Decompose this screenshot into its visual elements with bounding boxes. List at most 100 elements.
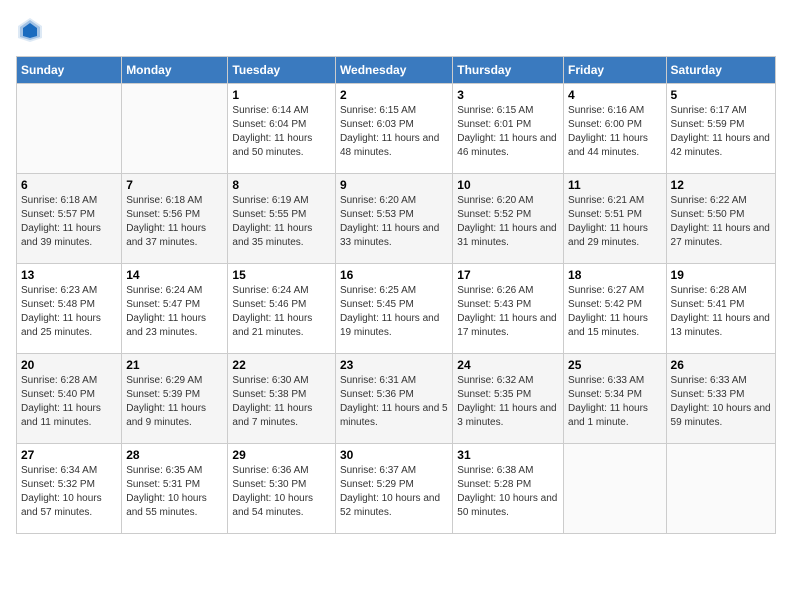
day-cell: 6 Sunrise: 6:18 AM Sunset: 5:57 PM Daylig… (17, 174, 122, 264)
day-cell (17, 84, 122, 174)
header-row: SundayMondayTuesdayWednesdayThursdayFrid… (17, 57, 776, 84)
day-number: 29 (232, 448, 331, 462)
column-header-saturday: Saturday (666, 57, 775, 84)
day-info: Sunrise: 6:32 AM Sunset: 5:35 PM Dayligh… (457, 374, 559, 430)
day-number: 1 (232, 88, 331, 102)
day-number: 21 (126, 358, 223, 372)
day-number: 7 (126, 178, 223, 192)
day-cell: 19Sunrise: 6:28 AM Sunset: 5:41 PM Dayli… (666, 264, 775, 354)
week-row-5: 27 Sunrise: 6:34 AM Sunset: 5:32 PM Dayli… (17, 444, 776, 534)
day-number: 4 (568, 88, 662, 102)
day-info: Sunrise: 6:30 AM Sunset: 5:38 PM Dayligh… (232, 374, 331, 430)
day-number: 6 (21, 178, 117, 192)
column-header-sunday: Sunday (17, 57, 122, 84)
day-cell: 14Sunrise: 6:24 AM Sunset: 5:47 PM Dayli… (122, 264, 228, 354)
day-number: 17 (457, 268, 559, 282)
day-cell: 20 Sunrise: 6:28 AM Sunset: 5:40 PM Dayli… (17, 354, 122, 444)
day-info: Sunrise: 6:28 AM Sunset: 5:40 PM Dayligh… (21, 374, 117, 430)
day-cell (564, 444, 667, 534)
day-info: Sunrise: 6:19 AM Sunset: 5:55 PM Dayligh… (232, 194, 331, 250)
day-info: Sunrise: 6:33 AM Sunset: 5:33 PM Dayligh… (671, 374, 771, 430)
day-number: 13 (21, 268, 117, 282)
column-header-wednesday: Wednesday (335, 57, 452, 84)
day-number: 18 (568, 268, 662, 282)
day-cell: 12 Sunrise: 6:22 AM Sunset: 5:50 PM Dayli… (666, 174, 775, 264)
day-number: 26 (671, 358, 771, 372)
day-cell (122, 84, 228, 174)
day-cell: 24 Sunrise: 6:32 AM Sunset: 5:35 PM Dayli… (453, 354, 564, 444)
day-info: Sunrise: 6:18 AM Sunset: 5:56 PM Dayligh… (126, 194, 223, 250)
day-info: Sunrise: 6:35 AM Sunset: 5:31 PM Dayligh… (126, 464, 223, 520)
day-info: Sunrise: 6:36 AM Sunset: 5:30 PM Dayligh… (232, 464, 331, 520)
day-number: 8 (232, 178, 331, 192)
day-number: 2 (340, 88, 448, 102)
day-info: Sunrise: 6:14 AM Sunset: 6:04 PM Dayligh… (232, 104, 331, 160)
day-cell: 8 Sunrise: 6:19 AM Sunset: 5:55 PM Daylig… (228, 174, 336, 264)
day-cell: 28 Sunrise: 6:35 AM Sunset: 5:31 PM Dayli… (122, 444, 228, 534)
day-cell: 25Sunrise: 6:33 AM Sunset: 5:34 PM Dayli… (564, 354, 667, 444)
day-info: Sunrise: 6:38 AM Sunset: 5:28 PM Dayligh… (457, 464, 559, 520)
day-number: 30 (340, 448, 448, 462)
day-info: Sunrise: 6:26 AM Sunset: 5:43 PM Dayligh… (457, 284, 559, 340)
logo-icon (16, 16, 44, 44)
day-cell: 21Sunrise: 6:29 AM Sunset: 5:39 PM Dayli… (122, 354, 228, 444)
day-info: Sunrise: 6:34 AM Sunset: 5:32 PM Dayligh… (21, 464, 117, 520)
day-number: 12 (671, 178, 771, 192)
day-number: 15 (232, 268, 331, 282)
day-cell: 1 Sunrise: 6:14 AM Sunset: 6:04 PM Daylig… (228, 84, 336, 174)
day-info: Sunrise: 6:23 AM Sunset: 5:48 PM Dayligh… (21, 284, 117, 340)
day-cell: 13 Sunrise: 6:23 AM Sunset: 5:48 PM Dayli… (17, 264, 122, 354)
column-header-monday: Monday (122, 57, 228, 84)
day-cell: 29 Sunrise: 6:36 AM Sunset: 5:30 PM Dayli… (228, 444, 336, 534)
day-info: Sunrise: 6:15 AM Sunset: 6:01 PM Dayligh… (457, 104, 559, 160)
day-cell: 15 Sunrise: 6:24 AM Sunset: 5:46 PM Dayli… (228, 264, 336, 354)
day-number: 5 (671, 88, 771, 102)
day-cell: 16Sunrise: 6:25 AM Sunset: 5:45 PM Dayli… (335, 264, 452, 354)
week-row-4: 20 Sunrise: 6:28 AM Sunset: 5:40 PM Dayli… (17, 354, 776, 444)
week-row-3: 13 Sunrise: 6:23 AM Sunset: 5:48 PM Dayli… (17, 264, 776, 354)
day-number: 23 (340, 358, 448, 372)
day-info: Sunrise: 6:31 AM Sunset: 5:36 PM Dayligh… (340, 374, 448, 430)
day-number: 16 (340, 268, 448, 282)
day-info: Sunrise: 6:18 AM Sunset: 5:57 PM Dayligh… (21, 194, 117, 250)
day-cell: 30 Sunrise: 6:37 AM Sunset: 5:29 PM Dayli… (335, 444, 452, 534)
logo (16, 16, 48, 44)
column-header-thursday: Thursday (453, 57, 564, 84)
day-info: Sunrise: 6:27 AM Sunset: 5:42 PM Dayligh… (568, 284, 662, 340)
day-cell: 7 Sunrise: 6:18 AM Sunset: 5:56 PM Daylig… (122, 174, 228, 264)
day-number: 19 (671, 268, 771, 282)
day-info: Sunrise: 6:17 AM Sunset: 5:59 PM Dayligh… (671, 104, 771, 160)
day-number: 27 (21, 448, 117, 462)
calendar-table: SundayMondayTuesdayWednesdayThursdayFrid… (16, 56, 776, 534)
day-cell: 31 Sunrise: 6:38 AM Sunset: 5:28 PM Dayli… (453, 444, 564, 534)
day-info: Sunrise: 6:33 AM Sunset: 5:34 PM Dayligh… (568, 374, 662, 430)
day-cell: 22Sunrise: 6:30 AM Sunset: 5:38 PM Dayli… (228, 354, 336, 444)
day-cell: 11 Sunrise: 6:21 AM Sunset: 5:51 PM Dayli… (564, 174, 667, 264)
day-number: 14 (126, 268, 223, 282)
day-info: Sunrise: 6:21 AM Sunset: 5:51 PM Dayligh… (568, 194, 662, 250)
day-cell: 9Sunrise: 6:20 AM Sunset: 5:53 PM Daylig… (335, 174, 452, 264)
week-row-2: 6 Sunrise: 6:18 AM Sunset: 5:57 PM Daylig… (17, 174, 776, 264)
day-number: 31 (457, 448, 559, 462)
day-cell: 2Sunrise: 6:15 AM Sunset: 6:03 PM Daylig… (335, 84, 452, 174)
day-info: Sunrise: 6:22 AM Sunset: 5:50 PM Dayligh… (671, 194, 771, 250)
day-info: Sunrise: 6:20 AM Sunset: 5:52 PM Dayligh… (457, 194, 559, 250)
day-cell (666, 444, 775, 534)
day-number: 11 (568, 178, 662, 192)
day-number: 9 (340, 178, 448, 192)
day-number: 3 (457, 88, 559, 102)
day-cell: 3 Sunrise: 6:15 AM Sunset: 6:01 PM Daylig… (453, 84, 564, 174)
calendar-body: 1 Sunrise: 6:14 AM Sunset: 6:04 PM Daylig… (17, 84, 776, 534)
day-number: 24 (457, 358, 559, 372)
day-number: 28 (126, 448, 223, 462)
column-header-tuesday: Tuesday (228, 57, 336, 84)
day-info: Sunrise: 6:24 AM Sunset: 5:46 PM Dayligh… (232, 284, 331, 340)
day-number: 20 (21, 358, 117, 372)
day-info: Sunrise: 6:37 AM Sunset: 5:29 PM Dayligh… (340, 464, 448, 520)
day-info: Sunrise: 6:16 AM Sunset: 6:00 PM Dayligh… (568, 104, 662, 160)
day-cell: 26 Sunrise: 6:33 AM Sunset: 5:33 PM Dayli… (666, 354, 775, 444)
day-cell: 4 Sunrise: 6:16 AM Sunset: 6:00 PM Daylig… (564, 84, 667, 174)
calendar-header: SundayMondayTuesdayWednesdayThursdayFrid… (17, 57, 776, 84)
page-header (16, 16, 776, 44)
day-cell: 27 Sunrise: 6:34 AM Sunset: 5:32 PM Dayli… (17, 444, 122, 534)
